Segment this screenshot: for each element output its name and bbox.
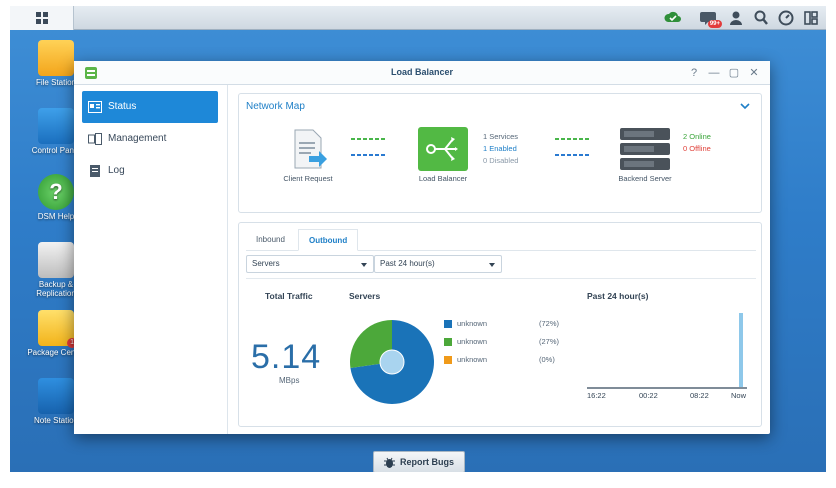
desktop-icon-label: File Station [35,78,77,87]
server-rack-icon [620,128,670,170]
online-count: 2 Online [683,132,711,141]
desktop-icon-label: Control Panel [31,146,81,155]
legend-swatch [444,338,452,346]
caret-down-icon [361,263,367,267]
time-range-select-value: Past 24 hour(s) [380,259,435,268]
chat-icon[interactable]: 99+ [700,9,722,28]
total-traffic-title: Total Traffic [265,291,313,301]
link-line-green [555,138,589,140]
status-icon [88,101,102,113]
legend-name: unknown [457,355,488,364]
main-menu-button[interactable] [10,6,74,30]
legend-name: unknown [457,319,488,328]
backend-server-node: Backend Server [605,126,685,183]
past-24h-bar-chart [587,313,747,389]
user-icon[interactable] [727,9,745,27]
client-request-label: Client Request [283,174,333,183]
legend-percent: (72%) [539,319,560,328]
report-bugs-label: Report Bugs [400,457,454,467]
document-icon [294,129,327,169]
client-request-node: Client Request [273,126,343,183]
legend-swatch [444,320,452,328]
services-count: 1 Services [483,132,519,141]
x-tick-label: 16:22 [587,391,606,400]
load-balancer-window: Load Balancer ? — ▢ ✕ Status Management [74,61,770,434]
note-icon [38,378,74,414]
past-24h-chart-title: Past 24 hour(s) [587,291,649,301]
divider [246,278,756,279]
desktop-icon-label: DSM Help [37,212,75,221]
offline-count: 0 Offline [683,144,711,153]
control-panel-icon [38,108,74,144]
window-titlebar[interactable]: Load Balancer ? — ▢ ✕ [74,61,770,85]
network-map-title: Network Map [246,101,305,112]
chat-badge: 99+ [707,20,722,28]
bar [739,313,743,387]
link-line-blue [555,154,589,156]
sidebar-item-label: Status [108,101,137,112]
servers-select[interactable]: Servers [246,255,374,273]
desktop-icon-label: Note Station [33,416,79,425]
load-balancer-node: Load Balancer [407,126,479,183]
disabled-count: 0 Disabled [483,156,519,165]
legend-percent: (0%) [539,355,555,364]
report-bugs-button[interactable]: Report Bugs [373,451,465,472]
servers-chart-title: Servers [349,291,381,301]
tab-outbound[interactable]: Outbound [298,229,359,251]
desktop: 99+ File Station Control Panel ? DSM Hel… [10,6,826,472]
link-line-blue [351,154,385,156]
bug-icon [384,457,395,468]
caret-down-icon [489,263,495,267]
close-button[interactable]: ✕ [746,65,762,81]
load-balancer-icon [418,127,468,171]
load-balancer-label: Load Balancer [418,174,468,183]
traffic-tabs: Inbound Outbound [246,229,756,251]
sidebar-item-label: Log [108,165,125,176]
main-menu-icon [36,12,48,24]
traffic-panel: Inbound Outbound Servers Past 24 hour(s)… [238,222,762,427]
sidebar-item-log[interactable]: Log [82,155,218,187]
help-icon: ? [38,174,74,210]
backup-icon [38,242,74,278]
package-icon: 1 [38,310,77,348]
desktop-icon-label: Backup & Replication [36,280,76,298]
pie-center [379,349,405,375]
link-line-green [351,138,385,140]
network-map-panel: Network Map Client Request Load Balancer… [238,93,762,213]
servers-pie-chart [350,320,434,404]
gauge-icon[interactable] [777,9,795,27]
window-title: Load Balancer [390,67,454,77]
sidebar: Status Management Log [74,85,228,434]
folder-icon [38,40,74,76]
backend-server-label: Backend Server [618,174,672,183]
x-tick-label: 00:22 [639,391,658,400]
cloud-sync-icon[interactable] [664,9,682,27]
taskbar: 99+ [10,6,826,30]
legend-name: unknown [457,337,488,346]
x-tick-label: 08:22 [690,391,709,400]
minimize-button[interactable]: — [706,65,722,81]
legend-percent: (27%) [539,337,560,346]
total-traffic-value: 5.14 [251,338,322,376]
management-icon [88,133,102,145]
help-button[interactable]: ? [686,65,702,81]
sidebar-item-label: Management [108,133,167,144]
widgets-icon[interactable] [802,9,820,27]
search-icon[interactable] [752,9,770,27]
tab-inbound[interactable]: Inbound [246,229,295,251]
total-traffic-unit: MBps [279,376,300,385]
enabled-count: 1 Enabled [483,144,517,153]
log-icon [90,165,100,177]
servers-select-value: Servers [252,259,280,268]
chevron-down-icon[interactable] [739,100,751,112]
sidebar-item-management[interactable]: Management [82,123,218,155]
time-range-select[interactable]: Past 24 hour(s) [374,255,502,273]
legend-swatch [444,356,452,364]
x-tick-label: Now [731,391,747,400]
sidebar-item-status[interactable]: Status [82,91,218,123]
maximize-button[interactable]: ▢ [726,65,742,81]
